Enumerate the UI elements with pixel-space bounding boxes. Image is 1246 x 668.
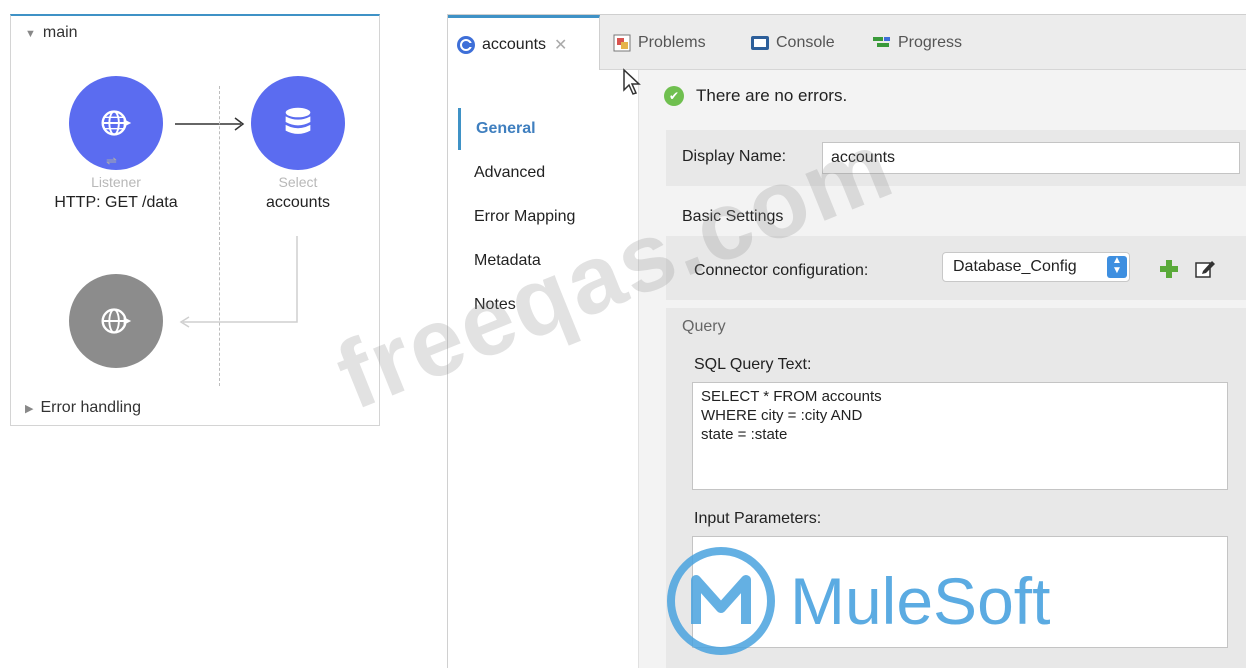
listener-caption: Listener HTTP: GET /data	[51, 174, 181, 212]
connector-select[interactable]: Database_Config ▲ ▼	[942, 252, 1130, 282]
listener-type: Listener	[91, 174, 141, 190]
nav-advanced[interactable]: Advanced	[458, 152, 628, 194]
tab-progress[interactable]: Progress	[872, 15, 962, 71]
status-message: ✔ There are no errors.	[664, 86, 847, 106]
response-node[interactable]	[69, 274, 163, 368]
error-handling-toggle[interactable]: ▶ Error handling	[25, 399, 141, 417]
nav-general[interactable]: General	[458, 108, 628, 150]
add-config-icon[interactable]	[1158, 258, 1180, 280]
select-caption: Select accounts	[233, 174, 363, 212]
console-icon	[750, 33, 770, 53]
sql-query-label: SQL Query Text:	[694, 356, 812, 373]
mulesoft-logo: MuleSoft	[666, 546, 1050, 656]
progress-icon	[872, 33, 892, 53]
status-text: There are no errors.	[696, 86, 848, 105]
mule-component-icon	[456, 35, 476, 55]
mouse-cursor-icon	[623, 68, 641, 95]
edit-config-icon[interactable]	[1194, 258, 1216, 280]
tab-label: accounts	[482, 35, 547, 53]
collapsed-triangle-icon[interactable]: ▶	[25, 402, 33, 415]
tab-label: Progress	[898, 34, 963, 51]
select-arrows-icon: ▲ ▼	[1107, 256, 1127, 278]
tab-accounts[interactable]: accounts ✕	[448, 15, 600, 71]
connector-value: Database_Config	[953, 258, 1077, 275]
select-node[interactable]	[251, 76, 345, 170]
flow-arrow	[175, 117, 245, 131]
query-heading: Query	[682, 318, 726, 335]
database-icon	[285, 107, 311, 134]
sql-query-textarea[interactable]: SELECT * FROM accounts WHERE city = :cit…	[692, 382, 1228, 490]
problems-icon	[612, 33, 632, 53]
http-globe-icon	[101, 110, 132, 136]
select-label: accounts	[265, 194, 331, 211]
expand-triangle-icon[interactable]: ▼	[25, 28, 36, 40]
close-icon[interactable]: ✕	[554, 35, 567, 55]
mulesoft-m-icon	[667, 547, 775, 655]
flow-canvas: ▼ main ⇌ Listener HTTP: GET /data Select …	[10, 14, 380, 426]
select-type: Select	[278, 174, 318, 190]
listener-label: HTTP: GET /data	[54, 194, 178, 211]
tab-bar: accounts ✕ Problems Console Progress	[448, 14, 1246, 71]
error-handling-label: Error handling	[40, 399, 141, 416]
flow-header[interactable]: ▼ main	[25, 24, 78, 42]
tab-label: Problems	[638, 34, 706, 51]
exchange-icon: ⇌	[106, 153, 117, 168]
input-parameters-label: Input Parameters:	[694, 510, 822, 527]
tab-console[interactable]: Console	[750, 15, 835, 71]
return-arrow	[179, 236, 298, 328]
tab-label: Console	[776, 34, 835, 51]
http-globe-icon	[101, 308, 132, 334]
check-icon: ✔	[664, 86, 684, 106]
mulesoft-wordmark: MuleSoft	[790, 564, 1051, 638]
tab-problems[interactable]: Problems	[612, 15, 706, 71]
flow-name: main	[42, 24, 78, 41]
